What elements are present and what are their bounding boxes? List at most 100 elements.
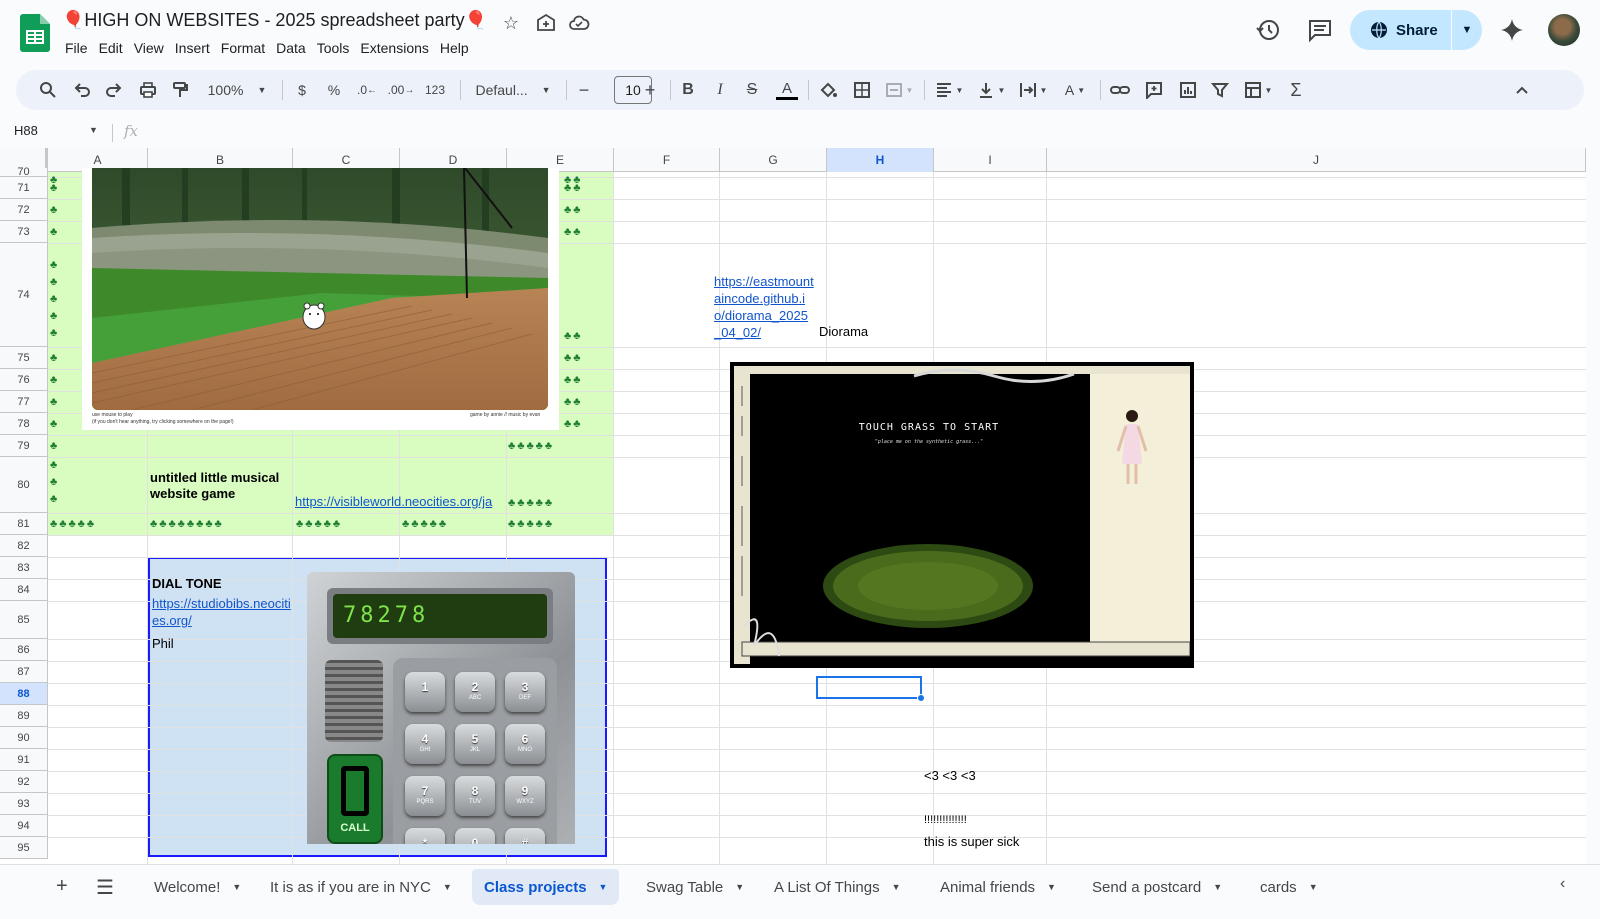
row-header[interactable]: 74 [0,243,48,347]
menu-file[interactable]: File [62,38,96,58]
row-header[interactable]: 94 [0,815,48,837]
text-wrapping-icon[interactable]: ▼ [1016,78,1050,102]
menu-insert[interactable]: Insert [172,38,218,58]
star-icon[interactable]: ☆ [500,12,522,34]
diorama-image[interactable]: TOUCH GRASS TO START "place me on the sy… [730,362,1194,668]
share-dropdown-icon[interactable]: ▼ [1452,24,1482,36]
redo-icon[interactable] [102,78,126,102]
phone-key[interactable]: 0 [455,828,495,844]
menu-data[interactable]: Data [273,38,314,58]
row-header[interactable]: 89 [0,705,48,727]
row-header[interactable]: 91 [0,749,48,771]
row-header[interactable]: 80 [0,457,48,513]
cell-c80-link[interactable]: https://visibleworld.neocities.org/ja [295,493,505,510]
tab-swag-table[interactable]: Swag Table ▼ [634,869,756,905]
insert-chart-icon[interactable] [1176,78,1200,102]
amphitheater-game-image[interactable]: use mouse to play (if you don't hear any… [82,168,559,430]
share-button[interactable]: Share ▼ [1350,10,1482,50]
row-header[interactable]: 81 [0,513,48,535]
row-header[interactable]: 90 [0,727,48,749]
row-header[interactable]: 83 [0,557,48,579]
italic-icon[interactable]: I [708,78,732,102]
row-header[interactable]: 75 [0,347,48,369]
formula-input[interactable] [150,122,1570,144]
scroll-tabs-left-icon[interactable]: ‹ [1560,875,1565,893]
fill-color-icon[interactable] [816,78,840,102]
cell-i93[interactable]: !!!!!!!!!!!!!! [924,812,967,828]
bold-icon[interactable]: B [676,78,700,102]
phone-key[interactable]: 2 ABC [455,672,495,712]
horizontal-align-icon[interactable]: ▼ [932,78,966,102]
gemini-icon[interactable] [1498,16,1526,44]
undo-icon[interactable] [70,78,94,102]
vertical-align-icon[interactable]: ▼ [974,78,1008,102]
move-to-folder-icon[interactable] [535,12,557,34]
selected-cell-h88[interactable] [816,676,922,699]
row-header[interactable]: 79 [0,435,48,457]
tab-animal-friends[interactable]: Animal friends ▼ [928,869,1068,905]
row-header[interactable]: 71 [0,177,48,199]
document-title[interactable]: 🎈HIGH ON WEBSITES - 2025 spreadsheet par… [62,10,487,31]
share-main-button[interactable]: Share [1350,10,1452,50]
tab-cards[interactable]: cards ▼ [1248,869,1330,905]
text-rotation-icon[interactable]: A ▼ [1058,78,1092,102]
tab-class-projects[interactable]: Class projects ▼ [472,869,620,905]
increase-font-size-icon[interactable]: + [638,78,662,102]
cell-b86[interactable]: Phil [152,636,174,652]
row-header[interactable]: 88 [0,683,48,705]
chevron-down-icon[interactable]: ▼ [89,125,98,135]
name-box[interactable]: H88 [14,123,38,138]
search-menus-icon[interactable] [36,78,60,102]
row-header[interactable]: 92 [0,771,48,793]
increase-decimal-button[interactable]: .00 → [388,78,415,102]
version-history-icon[interactable] [1254,16,1282,44]
column-header-f[interactable]: F [614,148,720,172]
column-header-g[interactable]: G [720,148,827,172]
menu-edit[interactable]: Edit [96,38,131,58]
menu-extensions[interactable]: Extensions [357,38,436,58]
functions-icon[interactable]: Σ [1284,78,1308,102]
phone-key[interactable]: # [505,828,545,844]
row-header[interactable]: 93 [0,793,48,815]
tab-nyc[interactable]: It is as if you are in NYC ▼ [258,869,464,905]
filter-icon[interactable] [1208,78,1232,102]
insert-comment-icon[interactable] [1142,78,1166,102]
strikethrough-icon[interactable]: S [740,78,764,102]
fill-handle[interactable] [917,694,925,702]
phone-key[interactable]: 3 DEF [505,672,545,712]
dial-tone-phone-image[interactable]: 78278 CALL 1 2 ABC 3 DEF 4 GHI 5 JKL 6 MNO 7 PQRS 8 TU… [307,572,575,844]
cell-b84[interactable]: DIAL TONE [152,576,222,592]
add-sheet-icon[interactable]: + [56,875,68,898]
row-header[interactable]: 73 [0,221,48,243]
phone-key[interactable]: 1 [405,672,445,712]
column-header-i[interactable]: I [934,148,1047,172]
font-family-select[interactable]: Defaul... ▼ [468,78,558,102]
call-button[interactable]: CALL [327,754,383,844]
menu-help[interactable]: Help [437,38,477,58]
text-color-icon[interactable]: A [774,78,800,102]
tab-welcome[interactable]: Welcome! ▼ [142,869,253,905]
insert-link-icon[interactable] [1108,78,1132,102]
phone-key[interactable]: 4 GHI [405,724,445,764]
column-header-h[interactable]: H [827,148,934,172]
tab-list-of-things[interactable]: A List Of Things ▼ [762,869,913,905]
row-header[interactable]: 82 [0,535,48,557]
row-header[interactable]: 70 [0,167,48,178]
decrease-font-size-icon[interactable]: − [572,78,596,102]
print-icon[interactable] [136,78,160,102]
cloud-status-icon[interactable] [568,12,590,34]
tab-send-a-postcard[interactable]: Send a postcard ▼ [1080,869,1234,905]
format-currency-button[interactable]: $ [290,78,314,102]
row-header[interactable]: 84 [0,579,48,601]
spreadsheet-grid[interactable]: A B C D E F G H I J 70 71 72 73 74 75 76… [0,148,1586,864]
paint-format-icon[interactable] [168,78,192,102]
borders-icon[interactable] [850,78,874,102]
cell-i91[interactable]: <3 <3 <3 [924,768,976,784]
cell-b85-link[interactable]: https://studiobibs.neocities.org/ [152,595,292,629]
sheets-logo-icon[interactable] [20,14,50,52]
row-header[interactable]: 85 [0,601,48,639]
menu-format[interactable]: Format [218,38,273,58]
avatar[interactable] [1548,14,1580,46]
merge-cells-icon[interactable]: ▼ [882,78,916,102]
row-header[interactable]: 76 [0,369,48,391]
